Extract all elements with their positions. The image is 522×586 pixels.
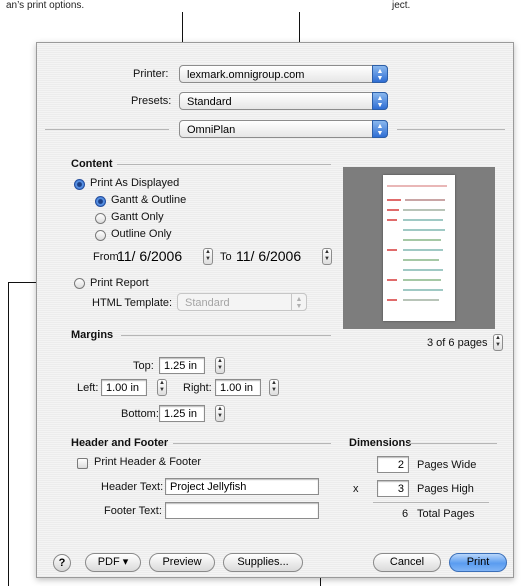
separator bbox=[373, 502, 489, 503]
margin-left-field[interactable]: 1.00 in bbox=[101, 379, 147, 396]
print-report-label: Print Report bbox=[90, 277, 149, 289]
html-template-label: HTML Template: bbox=[92, 297, 173, 309]
preview-line bbox=[387, 279, 397, 281]
cancel-button[interactable]: Cancel bbox=[373, 553, 441, 572]
printer-popup[interactable]: lexmark.omnigroup.com ▲ ▼ bbox=[179, 65, 388, 83]
preview-line bbox=[405, 199, 445, 201]
preview-line bbox=[403, 209, 445, 211]
popup-arrows-icon: ▲ ▼ bbox=[291, 293, 307, 311]
pages-high-field[interactable]: 3 bbox=[377, 480, 409, 497]
html-template-popup[interactable]: Standard ▲ ▼ bbox=[177, 293, 307, 311]
from-date-field[interactable]: 11/ 6/2006 bbox=[117, 247, 203, 268]
popup-arrows-icon: ▲ ▼ bbox=[372, 65, 388, 83]
content-heading: Content bbox=[71, 158, 113, 170]
print-dialog: Printer: lexmark.omnigroup.com ▲ ▼ Preset… bbox=[36, 42, 514, 578]
from-date-stepper[interactable]: ▲ ▼ bbox=[203, 248, 213, 265]
preview-line bbox=[387, 209, 399, 211]
preview-line bbox=[387, 249, 397, 251]
caption-left: an’s print options. bbox=[6, 0, 85, 11]
preview-line bbox=[403, 219, 443, 221]
preview-line bbox=[403, 299, 439, 301]
margin-left-label: Left: bbox=[77, 382, 99, 394]
separator bbox=[45, 129, 169, 130]
preview-line bbox=[403, 279, 441, 281]
panel-value: OmniPlan bbox=[187, 124, 236, 136]
preview-line bbox=[403, 259, 439, 261]
to-date-field[interactable]: 11/ 6/2006 bbox=[236, 247, 322, 268]
preview-line bbox=[403, 229, 445, 231]
print-as-displayed-label: Print As Displayed bbox=[90, 177, 180, 189]
margin-bottom-field[interactable]: 1.25 in bbox=[159, 405, 205, 422]
gantt-only-radio[interactable] bbox=[95, 213, 106, 224]
page-indicator: 3 of 6 pages bbox=[427, 337, 488, 349]
gantt-outline-radio[interactable] bbox=[95, 196, 106, 207]
print-header-footer-checkbox[interactable] bbox=[77, 458, 88, 469]
popup-arrows-icon: ▲ ▼ bbox=[372, 120, 388, 138]
pages-wide-field[interactable]: 2 bbox=[377, 456, 409, 473]
popup-arrows-icon: ▲ ▼ bbox=[372, 92, 388, 110]
preview-line bbox=[387, 219, 397, 221]
preview-line bbox=[387, 199, 401, 201]
margin-top-label: Top: bbox=[133, 360, 154, 372]
dimensions-heading: Dimensions bbox=[349, 437, 412, 449]
margin-left-stepper[interactable]: ▲ ▼ bbox=[157, 379, 167, 396]
print-preview bbox=[343, 167, 495, 329]
caption-right: ject. bbox=[392, 0, 411, 11]
header-text-label: Header Text: bbox=[101, 481, 164, 493]
printer-label: Printer: bbox=[133, 68, 169, 80]
panel-popup[interactable]: OmniPlan ▲ ▼ bbox=[179, 120, 388, 138]
preview-page bbox=[383, 175, 455, 321]
separator bbox=[117, 164, 331, 165]
pdf-button[interactable]: PDF ▾ bbox=[85, 553, 141, 572]
margin-top-stepper[interactable]: ▲ ▼ bbox=[215, 357, 225, 374]
footer-text-field[interactable] bbox=[165, 502, 319, 519]
presets-popup[interactable]: Standard ▲ ▼ bbox=[179, 92, 388, 110]
preview-line bbox=[387, 299, 397, 301]
presets-value: Standard bbox=[187, 96, 232, 108]
header-text-field[interactable]: Project Jellyfish bbox=[165, 478, 319, 495]
supplies-button[interactable]: Supplies... bbox=[223, 553, 303, 572]
page-stepper[interactable]: ▲ ▼ bbox=[493, 334, 503, 351]
pages-wide-label: Pages Wide bbox=[417, 459, 477, 471]
times-sign: x bbox=[353, 483, 359, 495]
footer-text-label: Footer Text: bbox=[104, 505, 162, 517]
print-report-radio[interactable] bbox=[74, 278, 85, 289]
print-header-footer-label: Print Header & Footer bbox=[94, 456, 201, 468]
gantt-outline-label: Gantt & Outline bbox=[111, 194, 187, 206]
to-label: To bbox=[220, 251, 232, 263]
html-template-value: Standard bbox=[185, 297, 230, 309]
margins-heading: Margins bbox=[71, 329, 114, 341]
outline-only-label: Outline Only bbox=[111, 228, 172, 240]
gantt-only-label: Gantt Only bbox=[111, 211, 164, 223]
presets-label: Presets: bbox=[131, 95, 172, 107]
preview-line bbox=[403, 289, 443, 291]
separator bbox=[409, 443, 497, 444]
to-date-stepper[interactable]: ▲ ▼ bbox=[322, 248, 332, 265]
callout-line-report-v bbox=[8, 282, 9, 586]
preview-line bbox=[403, 239, 441, 241]
margin-right-label: Right: bbox=[183, 382, 212, 394]
preview-line bbox=[403, 269, 443, 271]
from-label: From bbox=[93, 251, 119, 263]
preview-line bbox=[387, 185, 447, 187]
printer-value: lexmark.omnigroup.com bbox=[187, 69, 305, 81]
help-button[interactable]: ? bbox=[53, 554, 71, 572]
preview-button[interactable]: Preview bbox=[149, 553, 215, 572]
margin-top-field[interactable]: 1.25 in bbox=[159, 357, 205, 374]
print-as-displayed-radio[interactable] bbox=[74, 179, 85, 190]
separator bbox=[121, 335, 331, 336]
header-footer-heading: Header and Footer bbox=[71, 437, 169, 449]
print-button[interactable]: Print bbox=[449, 553, 507, 572]
margin-bottom-stepper[interactable]: ▲ ▼ bbox=[215, 405, 225, 422]
preview-line bbox=[403, 249, 443, 251]
total-pages-value: 6 bbox=[402, 508, 409, 520]
margin-right-field[interactable]: 1.00 in bbox=[215, 379, 261, 396]
total-pages-label: Total Pages bbox=[417, 508, 475, 520]
margin-right-stepper[interactable]: ▲ ▼ bbox=[269, 379, 279, 396]
separator bbox=[173, 443, 331, 444]
separator bbox=[397, 129, 505, 130]
outline-only-radio[interactable] bbox=[95, 230, 106, 241]
pages-high-label: Pages High bbox=[417, 483, 474, 495]
margin-bottom-label: Bottom: bbox=[121, 408, 159, 420]
